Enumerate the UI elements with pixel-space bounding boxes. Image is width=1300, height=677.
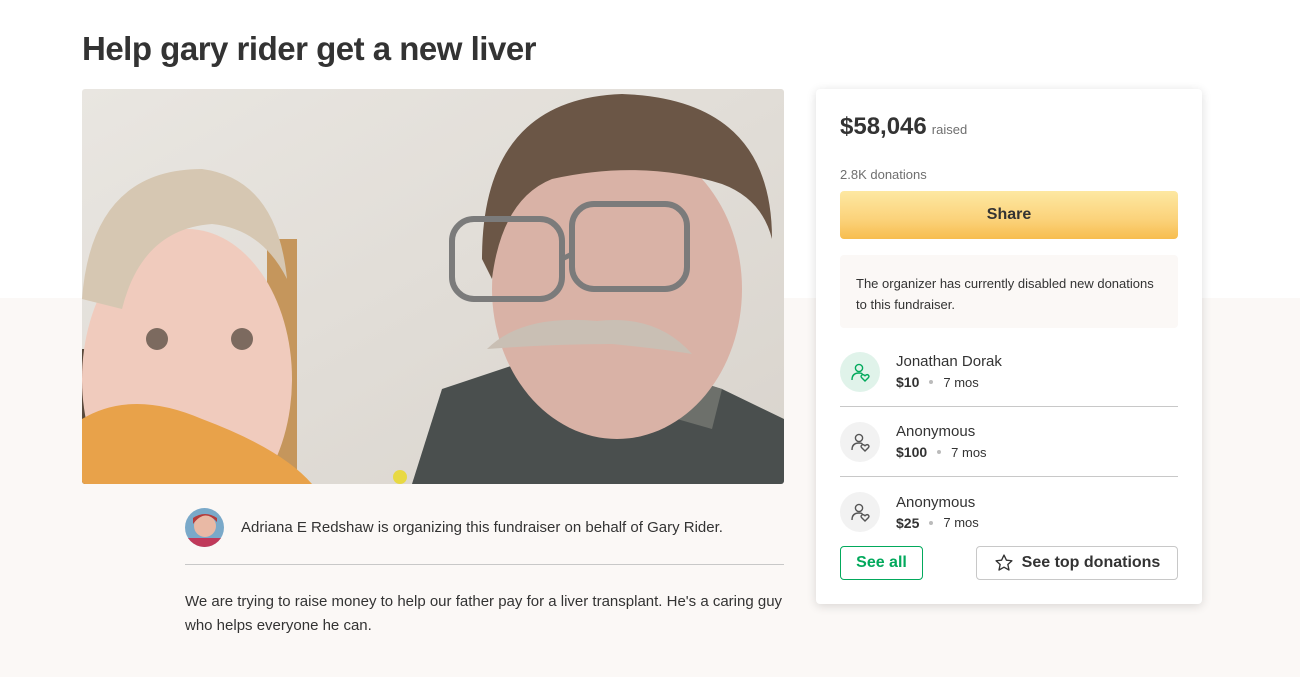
donation-time: 7 mos bbox=[951, 444, 987, 460]
donor-name: Jonathan Dorak bbox=[896, 353, 1002, 370]
page-title: Help gary rider get a new liver bbox=[82, 30, 537, 67]
separator-dot bbox=[937, 450, 942, 454]
donation-time: 7 mos bbox=[943, 374, 979, 390]
donor-heart-icon bbox=[840, 492, 880, 532]
separator-dot bbox=[929, 520, 934, 525]
donation-time: 7 mos bbox=[943, 515, 979, 530]
donation-list-item: Anonymous $100 7 mos bbox=[840, 407, 1178, 477]
donation-amount: $100 bbox=[896, 444, 928, 460]
see-all-button[interactable]: See all bbox=[840, 546, 923, 580]
campaign-hero-image bbox=[82, 89, 784, 484]
donor-heart-icon bbox=[840, 421, 880, 462]
see-top-donations-button[interactable]: See top donations bbox=[976, 546, 1178, 580]
separator-dot bbox=[929, 380, 934, 384]
donation-list-item: Anonymous $25 7 mos bbox=[840, 477, 1178, 547]
donations-disabled-notice: The organizer has currently disabled new… bbox=[840, 255, 1178, 328]
raised-summary: $58,046 raised bbox=[840, 113, 967, 141]
organizer-description: Adriana E Redshaw is organizing this fun… bbox=[241, 519, 723, 536]
campaign-story: We are trying to raise money to help our… bbox=[185, 593, 783, 634]
organizer-row: Adriana E Redshaw is organizing this fun… bbox=[185, 508, 784, 565]
organizer-avatar[interactable] bbox=[185, 508, 224, 547]
donation-amount: $25 bbox=[896, 514, 920, 531]
donor-name: Anonymous bbox=[896, 493, 976, 511]
raised-label: raised bbox=[931, 122, 968, 137]
donation-amount: $10 bbox=[896, 374, 920, 390]
donation-count: 2.8K donations bbox=[840, 167, 927, 182]
see-top-donations-label: See top donations bbox=[1021, 554, 1161, 571]
donation-list-item: Jonathan Dorak $10 7 mos bbox=[840, 337, 1178, 407]
raised-amount: $58,046 bbox=[840, 113, 927, 140]
donor-name: Anonymous bbox=[896, 423, 976, 440]
donor-heart-icon bbox=[840, 351, 880, 392]
donation-sidebar-card: $58,046 raised 2.8K donations Share The … bbox=[816, 89, 1202, 604]
share-button[interactable]: Share bbox=[840, 191, 1178, 239]
star-icon bbox=[995, 554, 1013, 571]
